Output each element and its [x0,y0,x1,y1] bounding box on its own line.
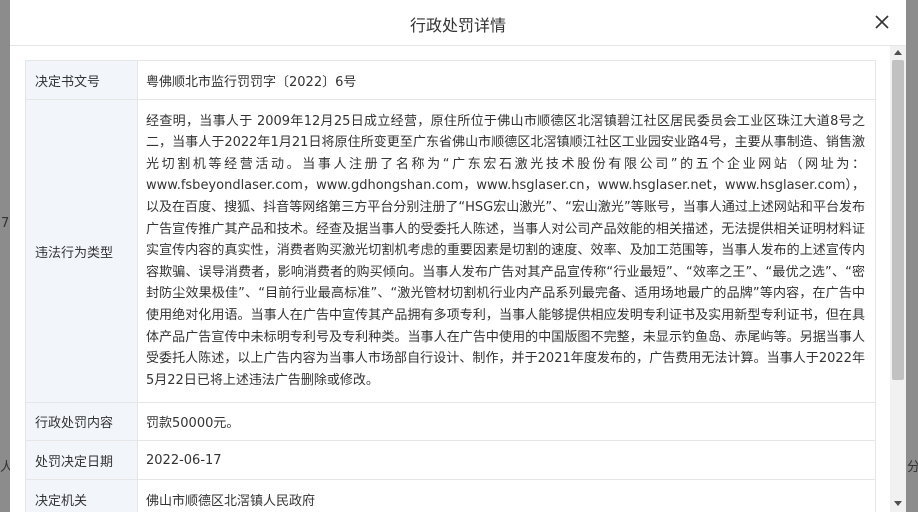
table-row: 行政处罚内容 罚款50000元。 [25,402,876,441]
modal-body: 决定书文号 粤佛顺北市监行罚罚字〔2022〕6号 违法行为类型 经查明，当事人于… [10,46,890,512]
row-value: 粤佛顺北市监行罚罚字〔2022〕6号 [137,60,876,100]
violation-description: 经查明，当事人于 2009年12月25日成立经营，原住所位于佛山市顺德区北滘镇碧… [146,113,865,388]
table-row: 决定书文号 粤佛顺北市监行罚罚字〔2022〕6号 [25,60,876,100]
table-row: 违法行为类型 经查明，当事人于 2009年12月25日成立经营，原住所位于佛山市… [25,99,876,403]
background-text-fragment: 7 [1,216,10,231]
scroll-down-arrow-icon[interactable] [894,501,902,506]
scroll-thumb[interactable] [892,60,904,380]
scroll-up-arrow-icon[interactable] [894,50,902,55]
penalty-detail-modal: 行政处罚详情 决定书文号 粤佛顺北市监行罚罚字〔2022〕6号 违法行为类型 经… [10,0,906,512]
row-value: 罚款50000元。 [137,402,876,441]
row-value: 2022-06-17 [137,440,876,480]
modal-header: 行政处罚详情 [10,0,906,46]
row-value: 经查明，当事人于 2009年12月25日成立经营，原住所位于佛山市顺德区北滘镇碧… [137,99,876,403]
close-icon [875,15,889,29]
row-label: 行政处罚内容 [25,402,138,441]
row-label: 决定机关 [25,479,138,512]
table-row: 处罚决定日期 2022-06-17 [25,440,876,480]
modal-title: 行政处罚详情 [409,16,506,35]
table-row: 决定机关 佛山市顺德区北滘镇人民政府 [25,479,876,512]
detail-table: 决定书文号 粤佛顺北市监行罚罚字〔2022〕6号 违法行为类型 经查明，当事人于… [25,60,876,512]
row-label: 违法行为类型 [25,99,138,403]
background-text-fragment: 分 [907,460,918,475]
close-button[interactable] [872,12,892,32]
row-label: 处罚决定日期 [25,440,138,480]
vertical-scrollbar[interactable] [890,46,906,512]
row-label: 决定书文号 [25,60,138,100]
row-value: 佛山市顺德区北滘镇人民政府 [137,479,876,512]
